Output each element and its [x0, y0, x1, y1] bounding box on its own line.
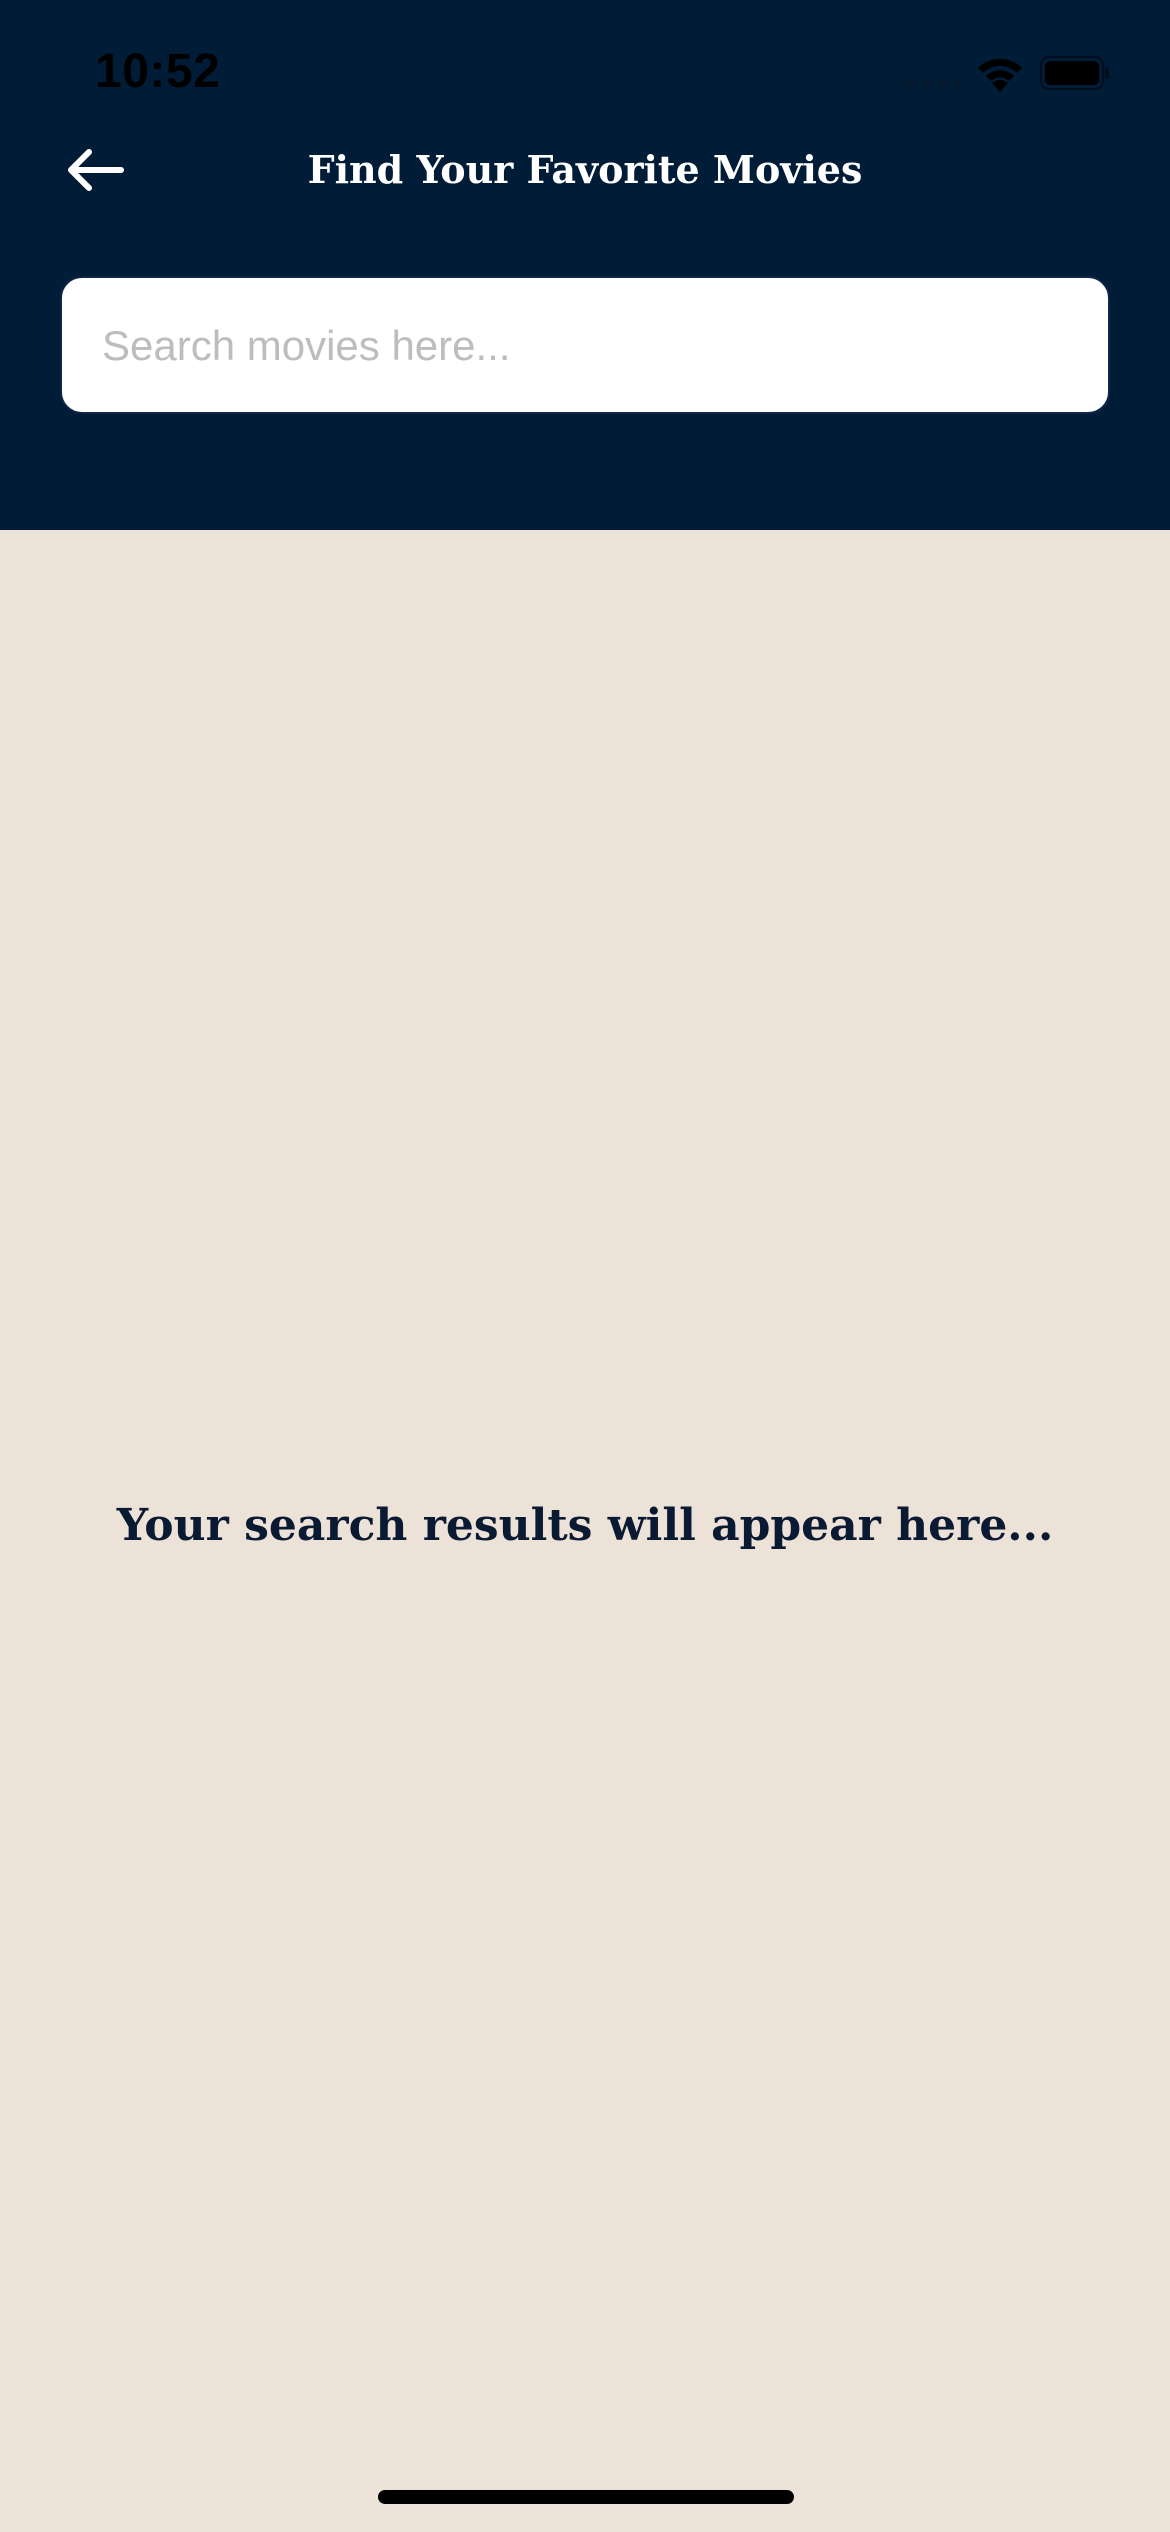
battery-icon: [1040, 56, 1109, 90]
wifi-icon: [978, 58, 1022, 92]
page-title: Find Your Favorite Movies: [307, 147, 863, 192]
status-time: 10:52: [95, 45, 221, 98]
search-input[interactable]: [100, 278, 1084, 414]
header-bar: 10:52 Find Your Favorite Movies: [0, 0, 1170, 530]
search-box[interactable]: [60, 276, 1110, 414]
cellular-signal-icon: [905, 80, 963, 90]
empty-results-message: Your search results will appear here...: [116, 1500, 1054, 1551]
home-indicator[interactable]: [378, 2490, 794, 2504]
